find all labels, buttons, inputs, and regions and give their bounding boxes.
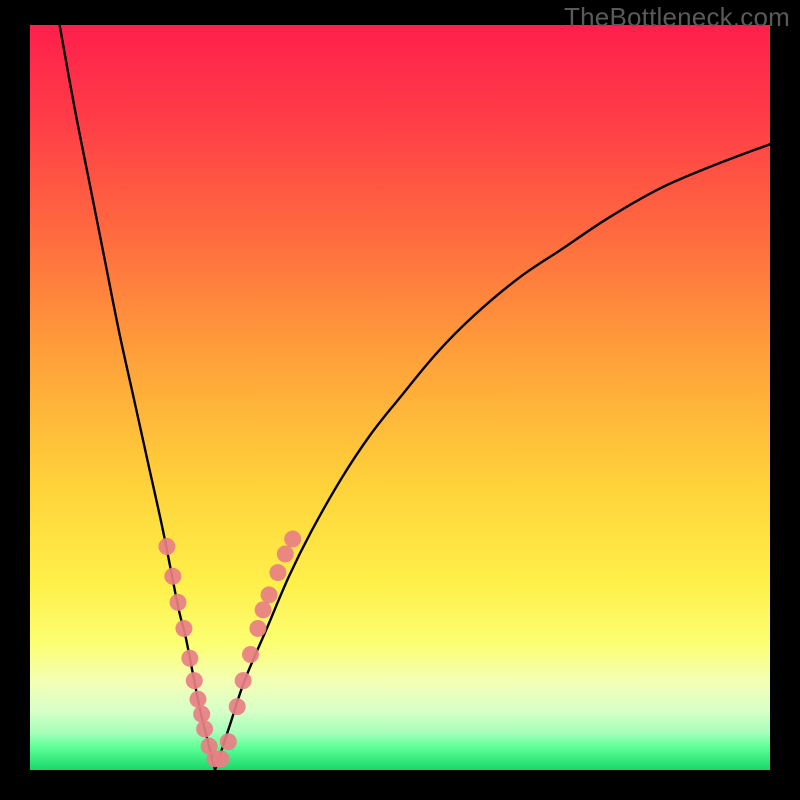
- data-point: [229, 698, 246, 715]
- data-point: [186, 672, 203, 689]
- data-point-markers: [158, 531, 301, 768]
- watermark-label: TheBottleneck.com: [564, 2, 790, 33]
- data-point: [220, 733, 237, 750]
- data-point: [212, 750, 229, 767]
- data-point: [284, 531, 301, 548]
- data-point: [158, 538, 175, 555]
- data-point: [269, 564, 286, 581]
- data-point: [170, 594, 187, 611]
- data-point: [196, 721, 213, 738]
- bottleneck-curve: [60, 25, 770, 770]
- data-point: [277, 545, 294, 562]
- data-point: [255, 601, 272, 618]
- data-point: [189, 691, 206, 708]
- data-point: [235, 672, 252, 689]
- chart-overlay: [30, 25, 770, 770]
- data-point: [193, 706, 210, 723]
- curve-right-branch: [215, 144, 770, 770]
- data-point: [261, 586, 278, 603]
- chart-frame: [30, 25, 770, 770]
- data-point: [181, 650, 198, 667]
- data-point: [242, 646, 259, 663]
- data-point: [249, 620, 266, 637]
- data-point: [164, 568, 181, 585]
- data-point: [175, 620, 192, 637]
